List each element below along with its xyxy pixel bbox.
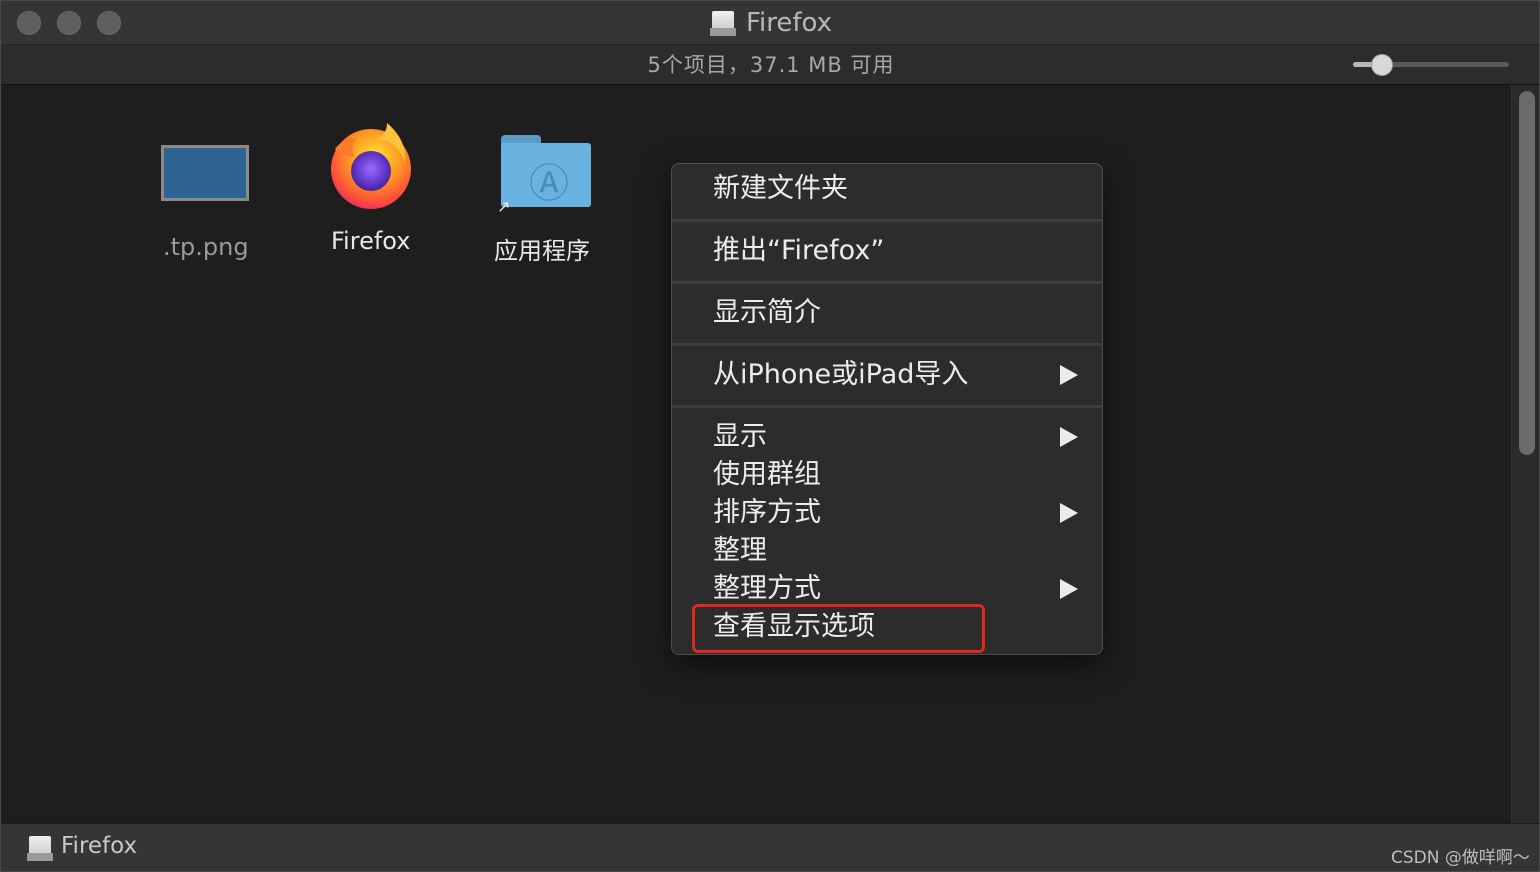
menu-item-clean-up-by[interactable]: 整理方式	[672, 570, 1102, 608]
disk-drive-icon	[27, 834, 53, 862]
menu-item-label: 新建文件夹	[713, 173, 848, 204]
watermark-text: CSDN @做咩啊～	[1391, 848, 1530, 868]
menu-item-eject[interactable]: 推出“Firefox”	[672, 232, 1102, 270]
menu-item-label: 显示	[713, 421, 767, 452]
menu-item-import-from-iphone[interactable]: 从iPhone或iPad导入	[672, 356, 1102, 394]
menu-item-show[interactable]: 显示	[672, 418, 1102, 456]
menu-item-label: 整理	[713, 535, 767, 566]
context-menu: 新建文件夹 推出“Firefox” 显示简介 从iPhone或iPad导入 显示…	[671, 163, 1103, 655]
icon-size-slider-knob[interactable]	[1371, 54, 1393, 76]
submenu-arrow-icon	[1060, 579, 1078, 599]
menu-item-label: 使用群组	[713, 459, 821, 490]
submenu-arrow-icon	[1060, 503, 1078, 523]
status-bar: 5个项目，37.1 MB 可用	[1, 45, 1539, 85]
disk-drive-icon	[709, 9, 736, 37]
menu-item-label: 整理方式	[713, 573, 821, 604]
menu-item-label: 显示简介	[713, 297, 821, 328]
png-thumbnail-icon[interactable]	[161, 145, 249, 201]
menu-item-use-groups[interactable]: 使用群组	[672, 456, 1102, 494]
menu-item-label: 排序方式	[713, 497, 821, 528]
menu-separator	[672, 343, 1102, 346]
submenu-arrow-icon	[1060, 365, 1078, 385]
annotation-highlight-box	[692, 604, 985, 653]
file-label-applications[interactable]: 应用程序	[494, 231, 590, 266]
window-title: Firefox	[745, 8, 833, 38]
vertical-scrollbar[interactable]	[1511, 85, 1539, 823]
menu-separator	[672, 405, 1102, 408]
status-text: 5个项目，37.1 MB 可用	[647, 53, 895, 77]
window-title-group: Firefox	[1, 1, 1539, 45]
file-label-firefox[interactable]: Firefox	[331, 227, 410, 255]
firefox-icon[interactable]	[327, 119, 417, 211]
menu-item-label: 从iPhone或iPad导入	[713, 359, 969, 390]
alias-arrow-icon: ↗	[497, 197, 511, 216]
file-label-tp-png[interactable]: .tp.png	[163, 233, 249, 261]
menu-item-label: 推出“Firefox”	[713, 235, 885, 266]
menu-item-new-folder[interactable]: 新建文件夹	[672, 170, 1102, 208]
scrollbar-thumb[interactable]	[1519, 91, 1535, 455]
path-bar	[1, 823, 1539, 871]
menu-separator	[672, 281, 1102, 284]
path-bar-item[interactable]: Firefox	[61, 833, 137, 859]
title-bar: Firefox	[1, 1, 1539, 45]
menu-item-get-info[interactable]: 显示简介	[672, 294, 1102, 332]
submenu-arrow-icon	[1060, 427, 1078, 447]
app-store-glyph-icon: Ⓐ	[529, 161, 569, 207]
menu-item-clean-up[interactable]: 整理	[672, 532, 1102, 570]
menu-separator	[672, 219, 1102, 222]
menu-item-sort-by[interactable]: 排序方式	[672, 494, 1102, 532]
applications-folder-icon[interactable]: Ⓐ ↗	[497, 133, 591, 216]
finder-window: Firefox 5个项目，37.1 MB 可用 .tp.png Firefox …	[0, 0, 1540, 872]
